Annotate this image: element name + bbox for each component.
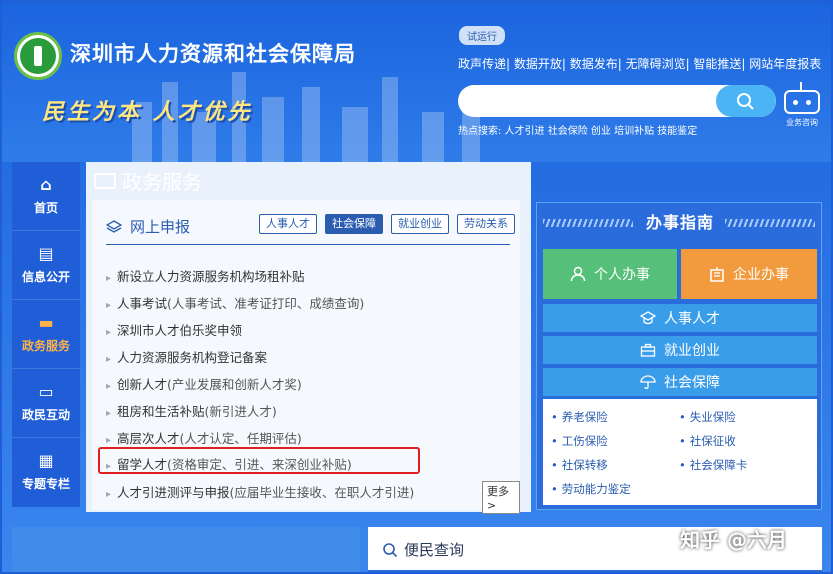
item-title: 人力资源服务机构登记备案	[117, 350, 268, 365]
sidebar-item-interaction[interactable]: ▭ 政民互动	[12, 369, 80, 438]
slogan: 民生为本 人才优先	[42, 99, 253, 125]
list-item[interactable]: 创新人才(产业发展和创新人才奖)	[106, 374, 302, 393]
list-item[interactable]: 人力资源服务机构登记备案	[106, 347, 267, 366]
page-frame: 深圳市人力资源和社会保障局 民生为本 人才优先 试运行 政声传递| 数据开放| …	[0, 0, 833, 574]
service-guide-panel: 办事指南 个人办事 企业办事 人事人才 就业创业 社会保障 • 养老保险 • 失…	[536, 202, 822, 510]
umbrella-icon	[640, 375, 656, 389]
guide-employment-button[interactable]: 就业创业	[543, 336, 817, 364]
building-icon	[710, 267, 724, 282]
ss-link-injury[interactable]: 工伤保险	[551, 433, 608, 449]
list-item[interactable]: 高层次人才(人才认定、任期评估)	[106, 428, 302, 447]
site-title[interactable]: 深圳市人力资源和社会保障局	[70, 38, 356, 68]
watermark: 知乎 @六月	[680, 528, 787, 552]
assistant-button[interactable]: 业务咨询	[780, 82, 824, 132]
enterprise-services-button[interactable]: 企业办事	[681, 249, 817, 299]
bottom-left-panel	[12, 527, 360, 572]
online-application-label: 网上申报	[130, 218, 191, 236]
search-icon	[737, 93, 754, 110]
services-panel: 政务服务 网上申报 人事人才 社会保障 就业创业 劳动关系 新设立人力资源服务机…	[86, 162, 531, 514]
tab-employment[interactable]: 就业创业	[391, 214, 449, 234]
divider	[368, 570, 822, 572]
search-icon	[383, 542, 398, 557]
top-links[interactable]: 政声传递| 数据开放| 数据发布| 无障碍浏览| 智能推送| 网站年度报表	[458, 55, 821, 72]
tab-labor-relations[interactable]: 劳动关系	[457, 214, 515, 234]
list-item[interactable]: 人才引进测评与申报(应届毕业生接收、在职人才引进)	[106, 482, 414, 501]
site-header: 深圳市人力资源和社会保障局 民生为本 人才优先 试运行 政声传递| 数据开放| …	[2, 2, 831, 162]
section-title-text: 政务服务	[122, 170, 202, 194]
folder-icon	[94, 172, 116, 189]
grid-icon: ▦	[38, 451, 54, 470]
guide-title: 办事指南	[645, 213, 714, 232]
guide-employment-label: 就业创业	[664, 343, 720, 359]
guide-talent-button[interactable]: 人事人才	[543, 304, 817, 332]
item-subtitle: (新引进人才)	[204, 404, 277, 419]
highlight-annotation	[98, 447, 420, 474]
list-item[interactable]: 租房和生活补贴(新引进人才)	[106, 401, 277, 420]
folder-icon: ▬	[38, 312, 54, 332]
chat-icon: ▭	[38, 381, 54, 401]
item-subtitle: (人事考试、准考证打印、成绩查询)	[167, 296, 365, 311]
online-application-title: 网上申报	[106, 216, 190, 237]
more-button[interactable]: 更多>	[482, 481, 520, 514]
sidebar-item-label: 专题专栏	[21, 477, 70, 491]
list-item[interactable]: 新设立人力资源服务机构场租补贴	[106, 266, 305, 285]
robot-icon	[784, 90, 820, 114]
guide-social-security-button[interactable]: 社会保障	[543, 368, 817, 396]
site-logo[interactable]	[14, 32, 62, 80]
section-title: 政务服务	[94, 166, 202, 195]
sidebar-item-label: 政民互动	[21, 407, 70, 422]
item-title: 租房和生活补贴	[117, 404, 205, 419]
divider	[106, 244, 510, 245]
online-application-card: 网上申报 人事人才 社会保障 就业创业 劳动关系 新设立人力资源服务机构场租补贴…	[92, 200, 520, 514]
item-title: 深圳市人才伯乐奖申领	[117, 323, 243, 338]
assistant-label: 业务咨询	[786, 118, 818, 127]
personal-services-label: 个人办事	[594, 267, 650, 283]
convenience-query-title[interactable]: 便民查询	[382, 539, 464, 560]
sidebar: ⌂ 首页 ▤ 信息公开 ▬ 政务服务 ▭ 政民互动 ▦ 专题专栏	[12, 162, 80, 507]
graduation-cap-icon	[640, 311, 656, 325]
ss-link-collection[interactable]: 社保征收	[679, 433, 736, 449]
enterprise-services-label: 企业办事	[733, 267, 789, 283]
sidebar-item-topics[interactable]: ▦ 专题专栏	[12, 438, 80, 507]
item-title: 人事考试	[117, 296, 168, 311]
ss-link-pension[interactable]: 养老保险	[551, 409, 608, 425]
item-subtitle: (应届毕业生接收、在职人才引进)	[229, 485, 415, 500]
search-input[interactable]	[458, 85, 776, 117]
person-icon	[570, 266, 586, 282]
list-item[interactable]: 深圳市人才伯乐奖申领	[106, 320, 242, 339]
item-title: 新设立人力资源服务机构场租补贴	[117, 269, 305, 284]
sidebar-item-label: 政务服务	[21, 338, 70, 353]
ss-link-unemployment[interactable]: 失业保险	[679, 409, 736, 425]
social-security-links: 养老保险 失业保险 工伤保险 社保征收 社保转移 社会保障卡 劳动能力鉴定	[543, 399, 817, 505]
item-subtitle: (产业发展和创新人才奖)	[167, 377, 302, 392]
item-subtitle: (人才认定、任期评估)	[179, 431, 302, 446]
ss-link-assessment[interactable]: 劳动能力鉴定	[551, 481, 631, 497]
sidebar-item-label: 信息公开	[21, 269, 70, 284]
trial-badge: 试运行	[459, 26, 505, 45]
ss-link-card[interactable]: 社会保障卡	[679, 457, 748, 473]
clipboard-icon: ▤	[38, 243, 54, 263]
ss-link-transfer[interactable]: 社保转移	[551, 457, 608, 473]
item-title: 高层次人才	[117, 431, 180, 446]
sidebar-item-label: 首页	[33, 200, 58, 215]
home-icon: ⌂	[40, 174, 52, 194]
tab-personnel[interactable]: 人事人才	[259, 214, 317, 234]
layers-icon	[106, 219, 122, 233]
tab-social-security[interactable]: 社会保障	[325, 214, 383, 234]
hot-search[interactable]: 热点搜索: 人才引进 社会保险 创业 培训补贴 技能鉴定	[458, 122, 697, 137]
sidebar-item-info[interactable]: ▤ 信息公开	[12, 231, 80, 300]
sidebar-item-services[interactable]: ▬ 政务服务	[12, 300, 80, 369]
item-title: 人才引进测评与申报	[117, 485, 230, 500]
guide-talent-label: 人事人才	[664, 311, 720, 327]
search-button[interactable]	[716, 85, 776, 117]
sidebar-item-home[interactable]: ⌂ 首页	[12, 162, 80, 231]
guide-social-security-label: 社会保障	[664, 375, 720, 391]
convenience-query-label: 便民查询	[404, 541, 465, 559]
list-item[interactable]: 人事考试(人事考试、准考证打印、成绩查询)	[106, 293, 364, 312]
personal-services-button[interactable]: 个人办事	[543, 249, 677, 299]
item-title: 创新人才	[117, 377, 168, 392]
briefcase-icon	[640, 343, 656, 357]
